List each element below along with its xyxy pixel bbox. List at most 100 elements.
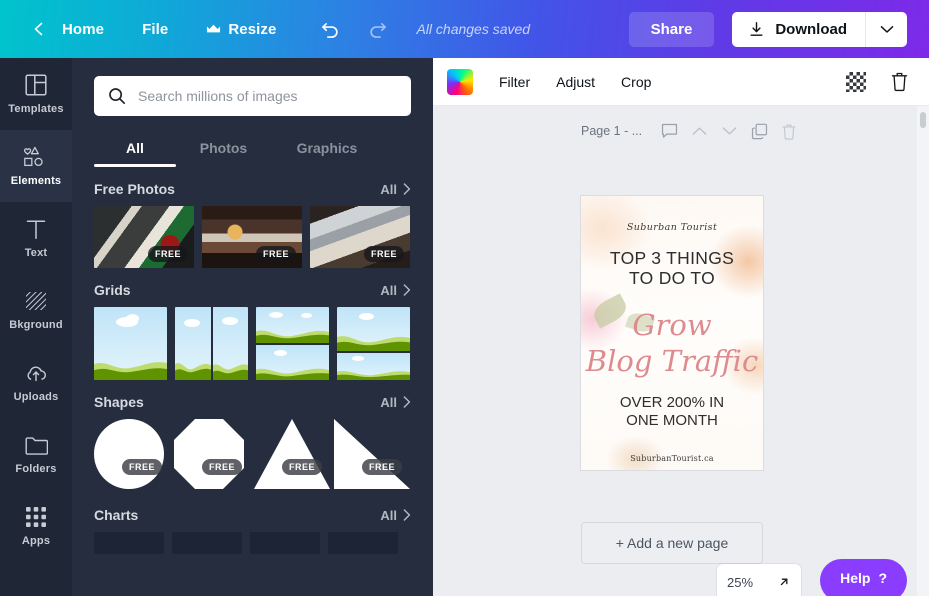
page-label[interactable]: Page 1 - ...: [581, 124, 642, 138]
free-badge: FREE: [147, 246, 188, 262]
section-header: Shapes All: [94, 394, 411, 410]
sidebar-item-folders[interactable]: Folders: [0, 418, 72, 490]
section-header: Grids All: [94, 282, 411, 298]
grid-thumbnail[interactable]: [256, 307, 329, 380]
section-title: Charts: [94, 507, 139, 523]
page-move-down-button[interactable]: [716, 118, 742, 144]
shape-circle[interactable]: FREE: [94, 419, 166, 491]
chevron-left-icon: [34, 22, 43, 36]
download-button[interactable]: Download: [732, 12, 865, 47]
see-all-shapes[interactable]: All: [380, 395, 411, 410]
file-menu-button[interactable]: File: [142, 21, 168, 38]
shape-right-triangle[interactable]: FREE: [334, 419, 410, 491]
design-canvas[interactable]: Suburban Tourist TOP 3 THINGS TO DO TO G…: [581, 196, 763, 470]
canvas-scrollbar[interactable]: [917, 106, 929, 596]
page-duplicate-button[interactable]: [746, 118, 772, 144]
sidebar-label-background: Bkground: [9, 319, 63, 331]
photo-thumbnail[interactable]: FREE: [202, 206, 302, 268]
background-icon: [24, 289, 48, 313]
crown-icon: [207, 24, 221, 32]
sidebar-item-templates[interactable]: Templates: [0, 58, 72, 130]
grid-thumbnail[interactable]: [337, 307, 410, 380]
checkerboard-icon[interactable]: [846, 71, 866, 92]
see-all-label: All: [380, 181, 397, 197]
sidebar-item-text[interactable]: Text: [0, 202, 72, 274]
page-move-up-button[interactable]: [686, 118, 712, 144]
tab-all-label: All: [126, 140, 144, 156]
octagon-icon: [174, 419, 244, 489]
resize-label: Resize: [228, 20, 277, 38]
folder-icon: [24, 433, 48, 457]
search-box[interactable]: [94, 76, 411, 116]
section-free-photos: Free Photos All FREE FREE FREE: [72, 181, 433, 268]
see-all-grids[interactable]: All: [380, 283, 411, 298]
tab-all[interactable]: All: [94, 132, 176, 167]
grid-thumbnail[interactable]: [175, 307, 248, 380]
redo-button[interactable]: [367, 20, 388, 39]
undo-icon: [322, 22, 339, 38]
section-header: Free Photos All: [94, 181, 411, 197]
download-group: Download: [732, 11, 907, 47]
chart-thumbnail[interactable]: [94, 532, 164, 554]
download-options-button[interactable]: [865, 11, 907, 47]
crop-button[interactable]: Crop: [621, 74, 651, 90]
chart-thumbnail[interactable]: [328, 532, 398, 554]
upload-cloud-icon: [24, 361, 48, 385]
question-mark-icon: ?: [878, 570, 887, 586]
see-all-charts[interactable]: All: [380, 508, 411, 523]
share-button[interactable]: Share: [628, 11, 715, 47]
zoom-level: 25%: [727, 574, 754, 590]
grid-thumbnail[interactable]: [94, 307, 167, 380]
save-status: All changes saved: [416, 21, 531, 37]
sidebar-item-elements[interactable]: Elements: [0, 130, 72, 202]
home-button[interactable]: Home: [62, 21, 104, 38]
photo-thumbnail[interactable]: FREE: [310, 206, 410, 268]
free-badge: FREE: [255, 246, 296, 262]
sidebar-label-elements: Elements: [10, 175, 62, 187]
resize-button[interactable]: Resize: [206, 21, 276, 38]
copy-icon: [751, 123, 767, 139]
redo-icon: [370, 22, 387, 38]
back-button[interactable]: [22, 12, 56, 46]
chart-thumbnail[interactable]: [250, 532, 320, 554]
free-photos-row: FREE FREE FREE: [94, 206, 411, 268]
free-badge: FREE: [201, 459, 242, 475]
tab-photos[interactable]: Photos: [176, 132, 271, 167]
elements-panel: All Photos Graphics Free Photos All: [72, 58, 433, 596]
help-button[interactable]: Help ?: [820, 559, 907, 596]
scrollbar-thumb[interactable]: [920, 112, 926, 128]
text-icon: [24, 217, 48, 241]
color-swatch[interactable]: [447, 68, 473, 95]
zoom-control[interactable]: 25%: [717, 564, 801, 596]
download-label: Download: [775, 20, 847, 38]
shape-octagon[interactable]: FREE: [174, 419, 246, 491]
sidebar-item-background[interactable]: Bkground: [0, 274, 72, 346]
chevron-down-icon: [880, 25, 893, 33]
free-badge: FREE: [281, 459, 322, 475]
page-notes-button[interactable]: [656, 118, 682, 144]
sidebar-item-uploads[interactable]: Uploads: [0, 346, 72, 418]
photo-thumbnail[interactable]: FREE: [94, 206, 194, 268]
download-icon: [750, 21, 763, 36]
shape-triangle[interactable]: FREE: [254, 419, 330, 491]
search-input[interactable]: [138, 88, 397, 104]
add-new-page-button[interactable]: + Add a new page: [581, 522, 763, 564]
sidebar-item-apps[interactable]: Apps: [0, 490, 72, 562]
filter-button[interactable]: Filter: [499, 74, 530, 90]
search-area: [72, 58, 433, 116]
section-title: Grids: [94, 282, 131, 298]
page-delete-button[interactable]: [776, 118, 802, 144]
undo-button[interactable]: [320, 20, 341, 39]
see-all-free-photos[interactable]: All: [380, 182, 411, 197]
comment-icon: [661, 123, 677, 138]
tab-graphics-label: Graphics: [296, 140, 358, 156]
adjust-button[interactable]: Adjust: [556, 74, 595, 90]
section-charts: Charts All: [72, 507, 433, 554]
page-toolbar: Page 1 - ...: [581, 106, 929, 144]
chart-thumbnail[interactable]: [172, 532, 242, 554]
top-toolbar: Home File Resize All changes saved Share…: [0, 0, 929, 58]
tab-graphics[interactable]: Graphics: [271, 132, 383, 167]
chevron-right-icon: [403, 183, 411, 195]
expand-arrow-icon[interactable]: [777, 575, 791, 589]
trash-icon[interactable]: [890, 71, 909, 92]
